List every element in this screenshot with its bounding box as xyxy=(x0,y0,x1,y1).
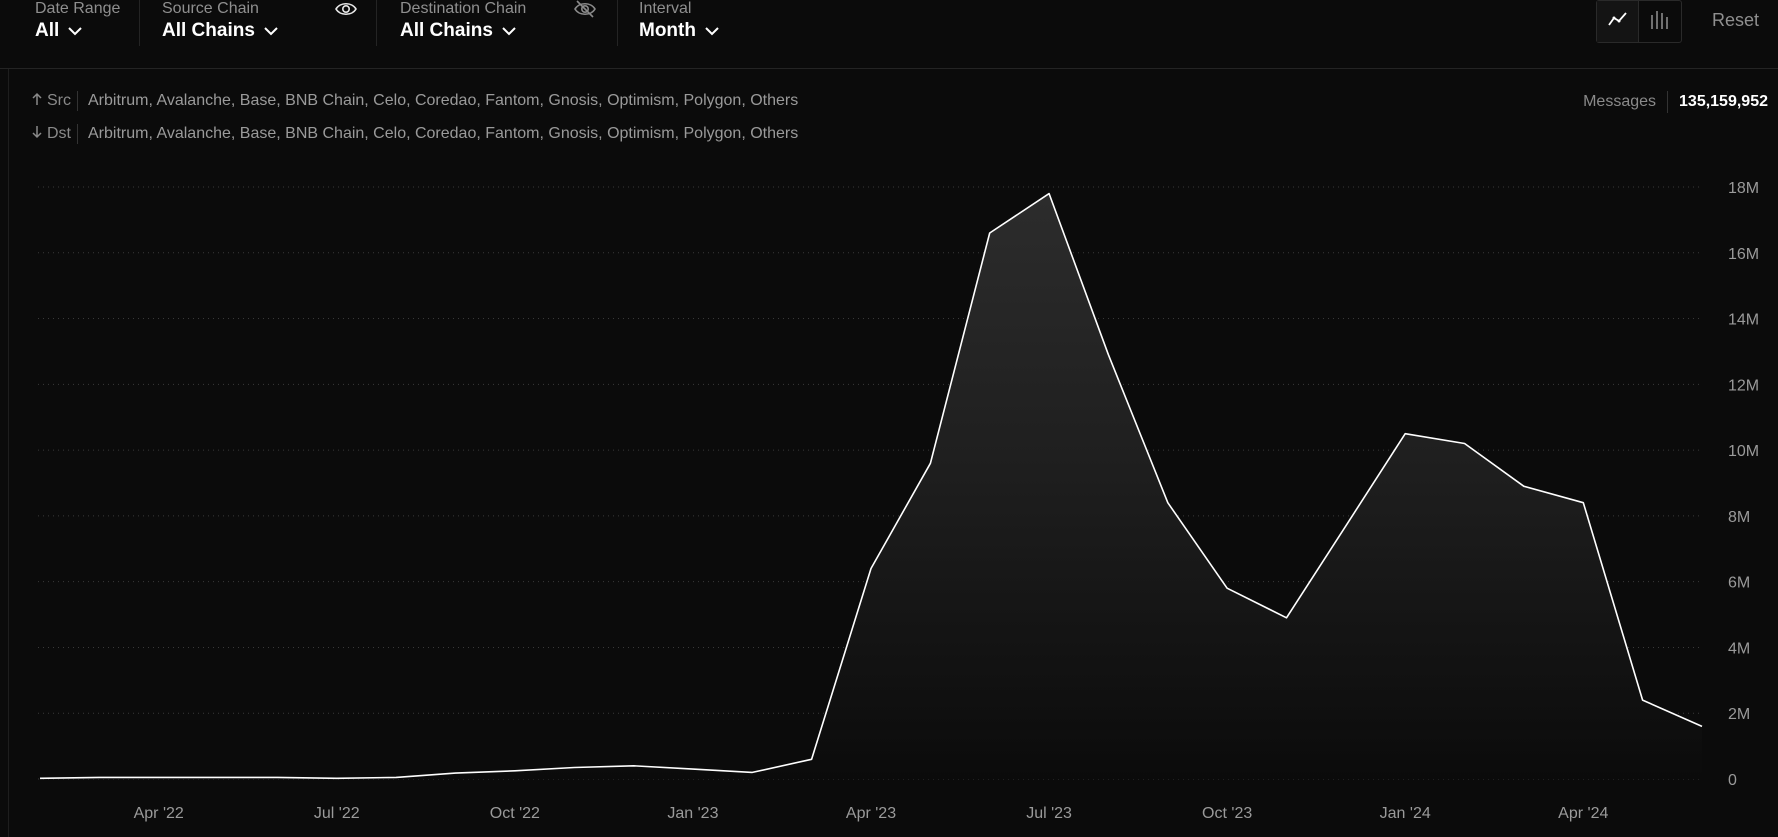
y-tick-label: 16M xyxy=(1728,246,1759,263)
y-axis: 0 2M 4M 6M 8M 10M 12M 14M 16M 18M xyxy=(1728,180,1759,789)
x-tick-label: Jul '23 xyxy=(1026,805,1072,822)
y-tick-label: 4M xyxy=(1728,640,1750,657)
messages-area-chart: 0 2M 4M 6M 8M 10M 12M 14M 16M 18M Apr '22 Jul '22 O… xyxy=(38,180,1759,822)
x-tick-label: Apr '24 xyxy=(1558,805,1608,822)
x-tick-label: Jan '23 xyxy=(667,805,718,822)
y-tick-label: 12M xyxy=(1728,377,1759,394)
area-fill xyxy=(40,193,1702,780)
y-tick-label: 8M xyxy=(1728,509,1750,526)
area-series xyxy=(39,192,1703,780)
y-tick-label: 14M xyxy=(1728,312,1759,329)
y-tick-label: 18M xyxy=(1728,180,1759,197)
x-tick-label: Jan '24 xyxy=(1380,805,1431,822)
x-tick-label: Oct '23 xyxy=(1202,805,1252,822)
x-tick-label: Apr '23 xyxy=(846,805,896,822)
x-tick-label: Oct '22 xyxy=(490,805,540,822)
x-tick-label: Jul '22 xyxy=(314,805,360,822)
y-tick-label: 0 xyxy=(1728,772,1737,789)
y-tick-label: 2M xyxy=(1728,706,1750,723)
y-tick-label: 6M xyxy=(1728,575,1750,592)
y-tick-label: 10M xyxy=(1728,443,1759,460)
x-tick-label: Apr '22 xyxy=(134,805,184,822)
x-axis: Apr '22 Jul '22 Oct '22 Jan '23 Apr '23 Jul '… xyxy=(134,805,1609,822)
